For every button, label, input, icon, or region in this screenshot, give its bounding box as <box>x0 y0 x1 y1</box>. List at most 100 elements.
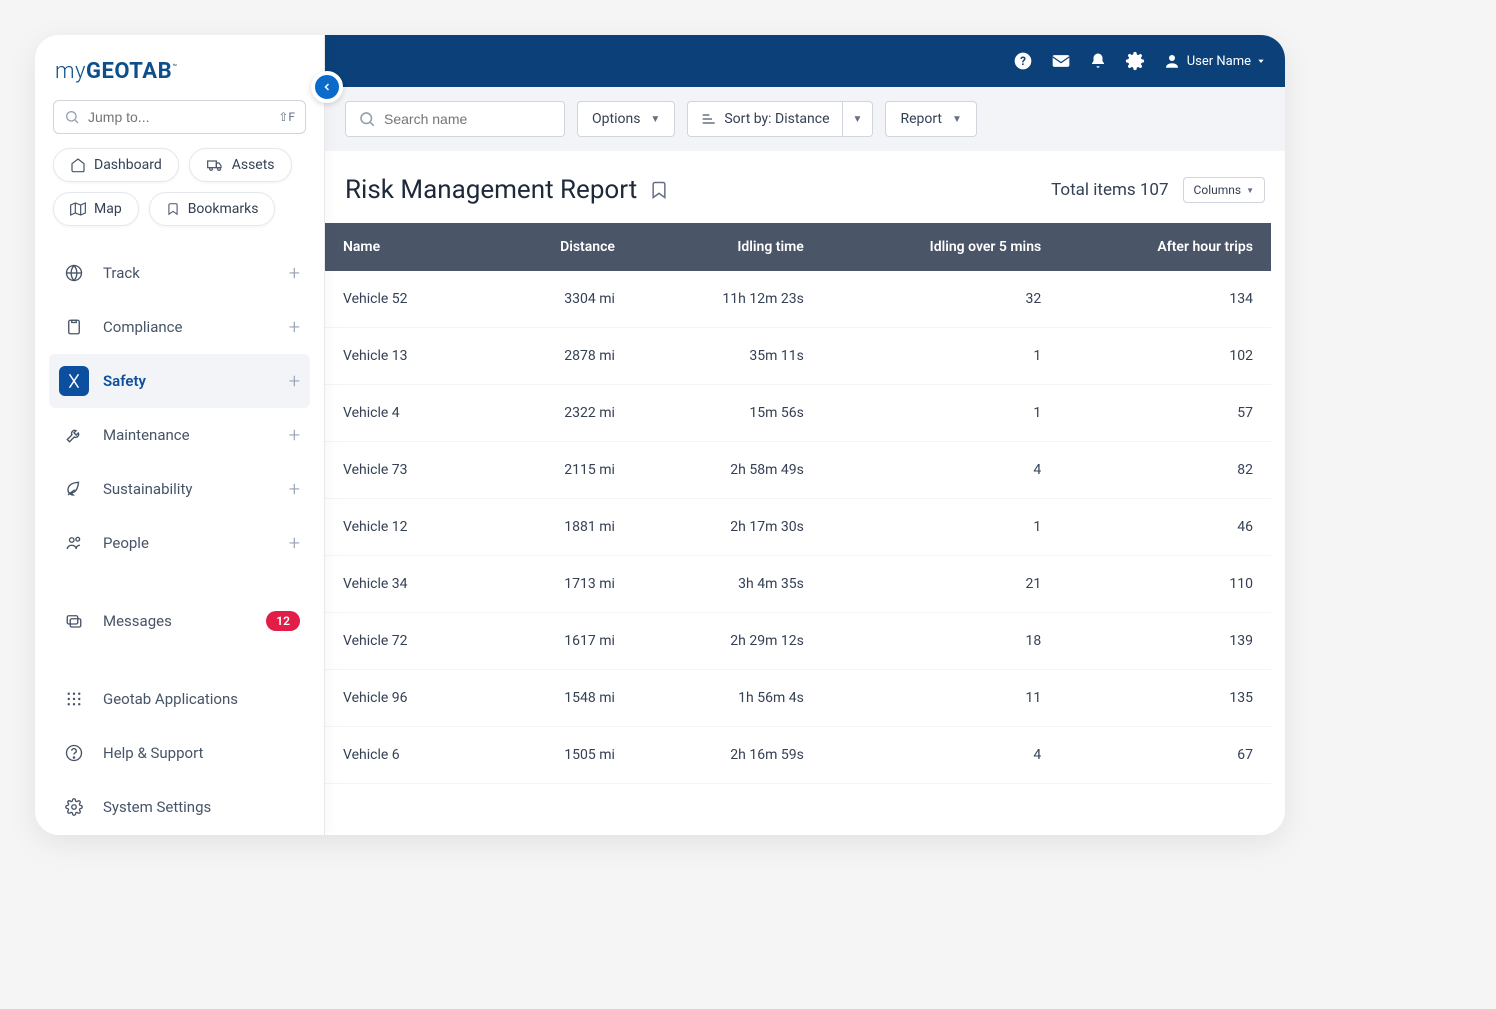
sort-caret[interactable]: ▼ <box>843 101 874 137</box>
expand-icon: + <box>289 369 300 393</box>
mail-button[interactable] <box>1051 51 1071 71</box>
pill-assets[interactable]: Assets <box>189 148 292 182</box>
nav-maintenance[interactable]: Maintenance + <box>49 408 310 462</box>
sort-label: Sort by: Distance <box>724 111 829 127</box>
bell-button[interactable] <box>1089 51 1107 71</box>
sidebar-collapse-button[interactable] <box>311 71 343 103</box>
chevron-down-icon: ▼ <box>650 114 660 125</box>
nav-track-label: Track <box>103 264 140 282</box>
brand-prefix: my <box>55 59 86 84</box>
table-row[interactable]: Vehicle 721617 mi2h 29m 12s18139 <box>325 613 1271 670</box>
cell-distance: 1881 mi <box>487 499 633 556</box>
seatbelt-icon <box>59 366 89 396</box>
jump-to-field[interactable] <box>88 109 278 125</box>
search-name-field[interactable] <box>384 111 565 127</box>
nav-compliance[interactable]: Compliance + <box>49 300 310 354</box>
expand-icon: + <box>289 315 300 339</box>
sort-main[interactable]: Sort by: Distance <box>687 101 842 137</box>
cell-name: Vehicle 96 <box>325 670 487 727</box>
expand-icon: + <box>289 261 300 285</box>
table-row[interactable]: Vehicle 732115 mi2h 58m 49s482 <box>325 442 1271 499</box>
table-row[interactable]: Vehicle 61505 mi2h 16m 59s467 <box>325 727 1271 784</box>
cell-distance: 1617 mi <box>487 613 633 670</box>
cell-idling5: 1 <box>822 328 1059 385</box>
search-name-input[interactable] <box>345 101 565 137</box>
cell-idling5: 11 <box>822 670 1059 727</box>
globe-icon <box>59 258 89 288</box>
cell-idling: 2h 29m 12s <box>633 613 822 670</box>
toolbar: Options ▼ Sort by: Distance ▼ Report ▼ <box>325 87 1285 151</box>
nav-safety-label: Safety <box>103 372 146 390</box>
table-row[interactable]: Vehicle 961548 mi1h 56m 4s11135 <box>325 670 1271 727</box>
cell-idling5: 32 <box>822 271 1059 328</box>
messages-icon <box>59 606 89 636</box>
nav-maintenance-label: Maintenance <box>103 426 190 444</box>
table-row[interactable]: Vehicle 341713 mi3h 4m 35s21110 <box>325 556 1271 613</box>
report-button[interactable]: Report ▼ <box>885 101 976 137</box>
search-icon <box>358 110 376 128</box>
cell-idling: 11h 12m 23s <box>633 271 822 328</box>
nav-track[interactable]: Track + <box>49 246 310 300</box>
col-distance[interactable]: Distance <box>487 223 633 271</box>
table-row[interactable]: Vehicle 523304 mi11h 12m 23s32134 <box>325 271 1271 328</box>
nav-help[interactable]: Help & Support <box>49 726 310 780</box>
cell-name: Vehicle 73 <box>325 442 487 499</box>
report-label: Report <box>900 111 942 127</box>
total-items: Total items 107 <box>1051 180 1168 200</box>
table-row[interactable]: Vehicle 121881 mi2h 17m 30s146 <box>325 499 1271 556</box>
report-table-container[interactable]: Name Distance Idling time Idling over 5 … <box>325 223 1285 835</box>
search-icon <box>64 109 80 125</box>
nav-safety[interactable]: Safety + <box>49 354 310 408</box>
cell-distance: 2878 mi <box>487 328 633 385</box>
options-button[interactable]: Options ▼ <box>577 101 675 137</box>
cell-name: Vehicle 52 <box>325 271 487 328</box>
cell-idling: 2h 16m 59s <box>633 727 822 784</box>
nav-messages[interactable]: Messages 12 <box>49 594 310 648</box>
bookmark-icon[interactable] <box>649 178 669 202</box>
table-header-row: Name Distance Idling time Idling over 5 … <box>325 223 1271 271</box>
nav-settings[interactable]: System Settings <box>49 780 310 834</box>
pill-bookmarks[interactable]: Bookmarks <box>149 192 276 226</box>
pill-dashboard-label: Dashboard <box>94 157 162 173</box>
pill-dashboard[interactable]: Dashboard <box>53 148 179 182</box>
nav-people[interactable]: People + <box>49 516 310 570</box>
cell-idling: 2h 58m 49s <box>633 442 822 499</box>
table-body: Vehicle 523304 mi11h 12m 23s32134Vehicle… <box>325 271 1271 784</box>
col-afterhour[interactable]: After hour trips <box>1059 223 1271 271</box>
expand-icon: + <box>289 477 300 501</box>
cell-idling: 2h 17m 30s <box>633 499 822 556</box>
settings-button[interactable] <box>1125 51 1145 71</box>
col-idling[interactable]: Idling time <box>633 223 822 271</box>
cell-idling: 15m 56s <box>633 385 822 442</box>
cell-name: Vehicle 6 <box>325 727 487 784</box>
grid-icon <box>59 684 89 714</box>
user-menu[interactable]: User Name <box>1163 52 1265 70</box>
user-icon <box>1163 52 1181 70</box>
help-button[interactable]: ? <box>1013 51 1033 71</box>
nav-apps[interactable]: Geotab Applications <box>49 672 310 726</box>
cell-afterhour: 102 <box>1059 328 1271 385</box>
leaf-icon <box>59 474 89 504</box>
jump-to-input[interactable]: ⇧F <box>53 100 306 134</box>
report-table: Name Distance Idling time Idling over 5 … <box>325 223 1271 784</box>
cell-name: Vehicle 34 <box>325 556 487 613</box>
bookmark-icon <box>166 201 180 217</box>
brand-suffix: ™ <box>172 63 178 72</box>
cell-name: Vehicle 72 <box>325 613 487 670</box>
cell-distance: 1548 mi <box>487 670 633 727</box>
table-row[interactable]: Vehicle 132878 mi35m 11s1102 <box>325 328 1271 385</box>
clipboard-icon <box>59 312 89 342</box>
nav-sustainability[interactable]: Sustainability + <box>49 462 310 516</box>
col-idling5[interactable]: Idling over 5 mins <box>822 223 1059 271</box>
cell-afterhour: 46 <box>1059 499 1271 556</box>
cell-name: Vehicle 4 <box>325 385 487 442</box>
home-icon <box>70 157 86 173</box>
table-row[interactable]: Vehicle 42322 mi15m 56s157 <box>325 385 1271 442</box>
cell-afterhour: 110 <box>1059 556 1271 613</box>
sidebar: myGEOTAB™ ⇧F Dashboard Assets Map <box>35 35 325 835</box>
pill-map[interactable]: Map <box>53 192 139 226</box>
cell-idling5: 21 <box>822 556 1059 613</box>
cell-afterhour: 67 <box>1059 727 1271 784</box>
columns-button[interactable]: Columns ▼ <box>1183 177 1265 203</box>
col-name[interactable]: Name <box>325 223 487 271</box>
